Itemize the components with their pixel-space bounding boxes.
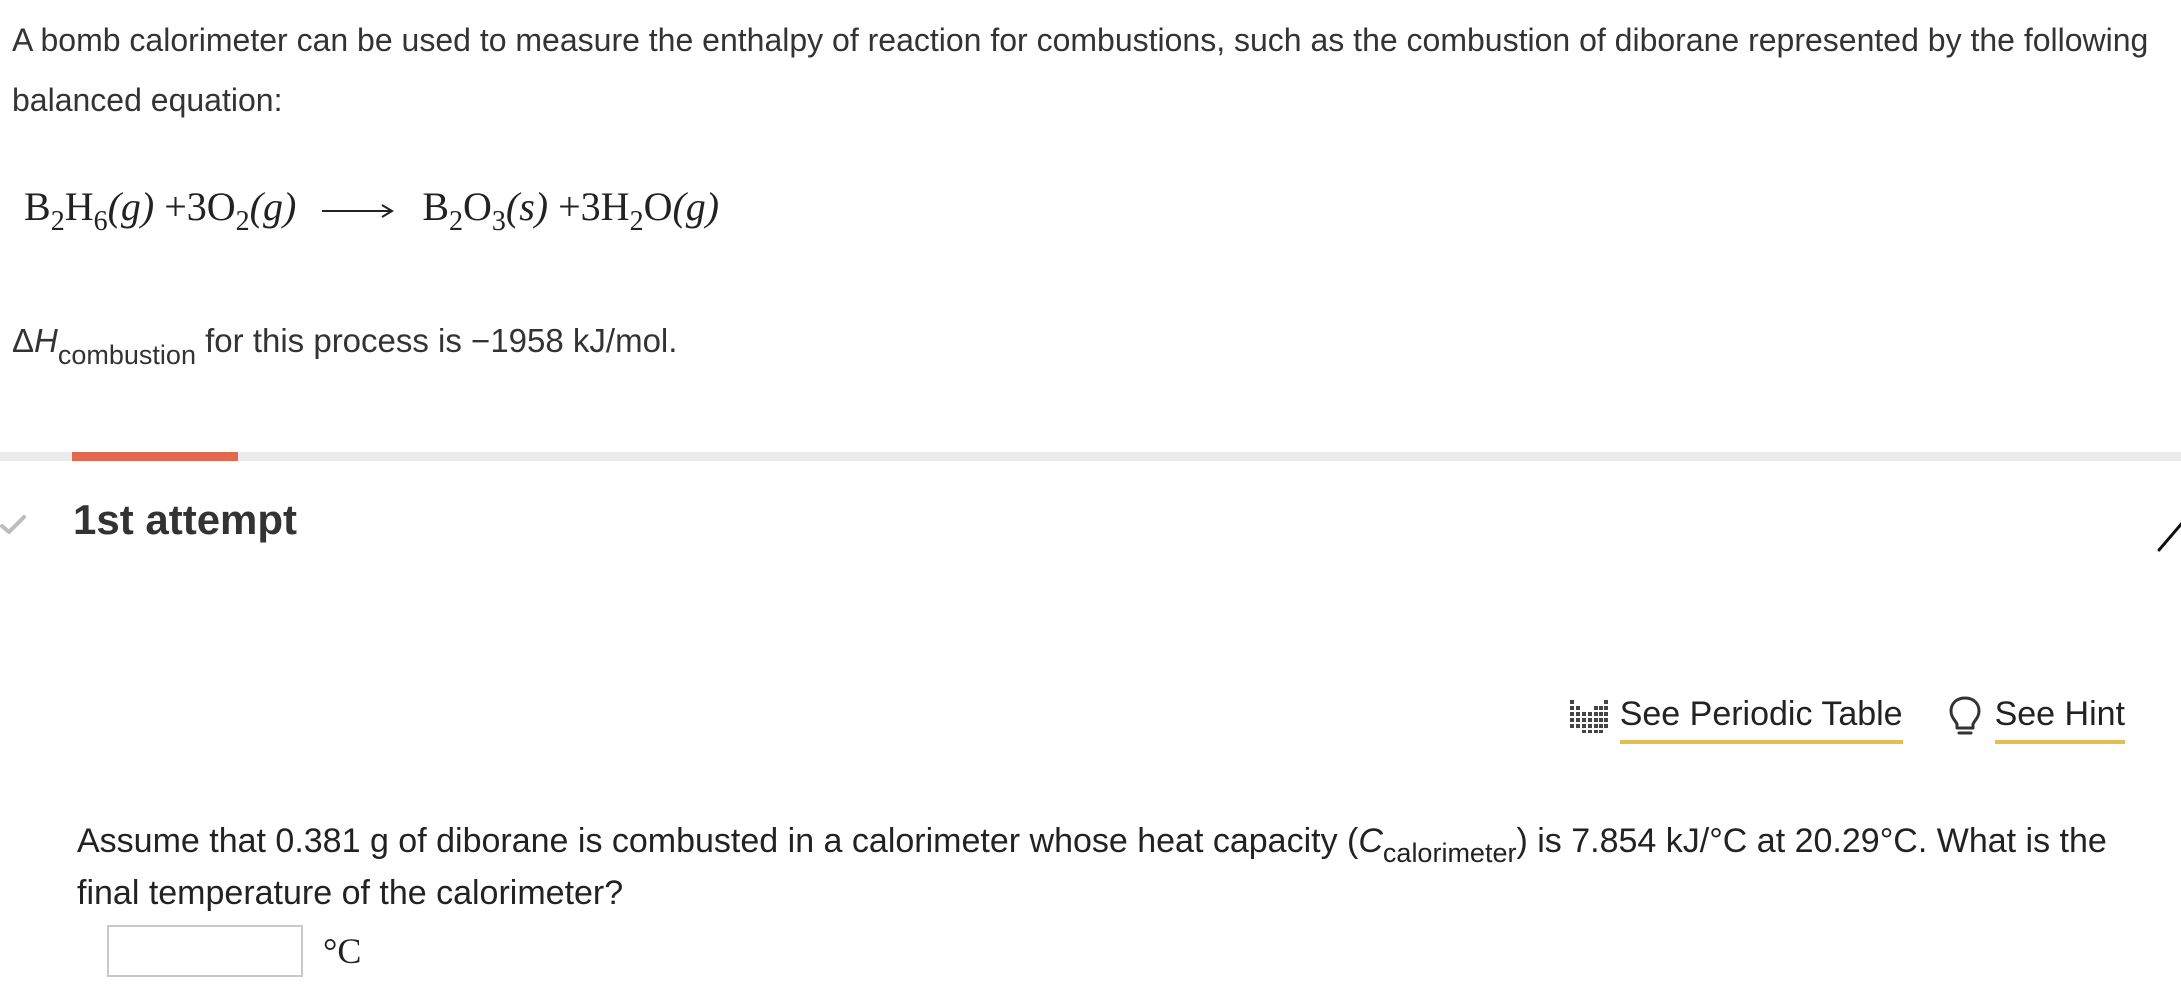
reactant-diborane: B2H6(g): [24, 184, 155, 237]
plus-sign: +: [164, 184, 187, 229]
attempt-title: 1st attempt: [73, 496, 298, 543]
product-water: 3H2O(g): [580, 184, 720, 237]
see-periodic-table-link[interactable]: See Periodic Table: [1568, 695, 1903, 744]
answer-input[interactable]: [107, 925, 303, 977]
see-periodic-table-label[interactable]: See Periodic Table: [1619, 695, 1903, 744]
see-hint-label[interactable]: See Hint: [1994, 695, 2125, 744]
lightbulb-icon: [1949, 696, 1981, 734]
pencil-icon[interactable]: [2157, 518, 2181, 552]
see-hint-link[interactable]: See Hint: [1943, 695, 2125, 744]
reactant-oxygen: 3O2(g): [186, 184, 297, 237]
answer-unit-label: °C: [323, 931, 362, 971]
attempt-progress-bar: [0, 452, 2181, 461]
question-text: Assume that 0.381 g of diborane is combu…: [77, 822, 2107, 912]
product-boron-oxide: B2O3(s): [422, 184, 549, 237]
reaction-arrow-icon: [322, 203, 395, 218]
periodic-table-icon: [1569, 699, 1608, 733]
intro-paragraph: A bomb calorimeter can be used to measur…: [12, 22, 2149, 118]
question-tools: See Periodic Table See Hint: [1568, 695, 2125, 744]
balanced-equation: B2H6(g) +3O2(g) B2O3(s) +3H2O(g): [24, 183, 720, 237]
check-icon: [0, 515, 26, 534]
attempt-progress-fill: [72, 452, 238, 461]
enthalpy-statement: ΔHcombustion for this process is −1958 k…: [12, 322, 678, 370]
plus-sign: +: [558, 184, 581, 229]
answer-row: °C: [107, 925, 361, 977]
